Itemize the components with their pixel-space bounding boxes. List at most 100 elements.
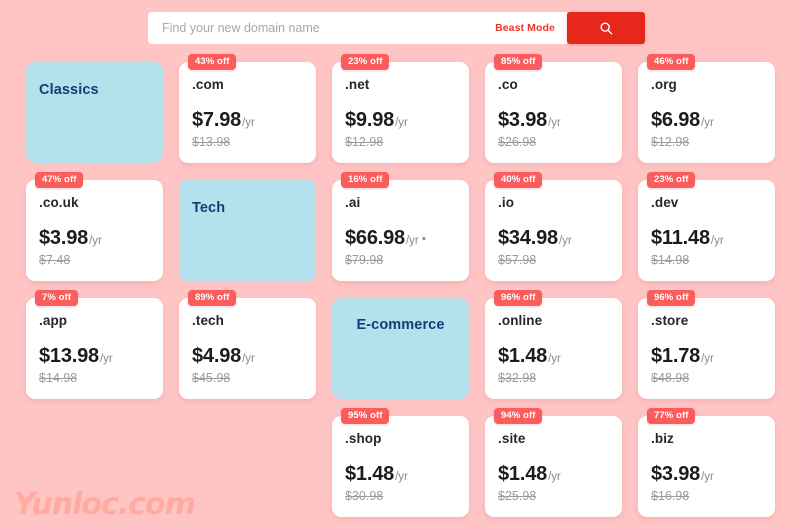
category-label: Classics: [39, 82, 99, 98]
price-row: $3.98/yr: [39, 227, 150, 250]
sale-price: $1.48: [498, 345, 548, 367]
price-row: $4.98/yr: [192, 345, 303, 368]
sale-price: $7.98: [192, 109, 242, 131]
sale-price: $1.48: [345, 463, 395, 485]
domain-card-body[interactable]: .site $1.48/yr $25.98: [485, 416, 622, 517]
domain-card[interactable]: .ai $66.98/yr * $79.98 16% off: [332, 172, 469, 281]
price-row: $6.98/yr: [651, 109, 762, 132]
sale-price: $3.98: [39, 227, 89, 249]
price-period: /yr: [548, 353, 561, 365]
domain-card-body[interactable]: .io $34.98/yr $57.98: [485, 180, 622, 281]
discount-badge: 23% off: [341, 54, 390, 70]
price-row: $1.48/yr: [498, 463, 609, 486]
tld-label: .biz: [651, 431, 674, 446]
price-row: $34.98/yr: [498, 227, 609, 250]
tld-label: .shop: [345, 431, 382, 446]
domain-card[interactable]: .co.uk $3.98/yr $7.48 47% off: [26, 172, 163, 281]
domain-card-body[interactable]: .biz $3.98/yr $16.98: [638, 416, 775, 517]
footnote-asterisk: *: [421, 235, 427, 247]
original-price: $13.98: [192, 135, 231, 149]
original-price: $16.98: [651, 489, 690, 503]
domain-card[interactable]: .app $13.98/yr $14.98 7% off: [26, 290, 163, 399]
search-field-wrapper[interactable]: Beast Mode: [148, 12, 567, 44]
original-price: $12.98: [651, 135, 690, 149]
original-price: $14.98: [39, 371, 78, 385]
discount-badge: 85% off: [494, 54, 543, 70]
price-period: /yr: [548, 117, 561, 129]
domain-card-body[interactable]: .ai $66.98/yr * $79.98: [332, 180, 469, 281]
price-period: /yr: [548, 471, 561, 483]
tld-label: .io: [498, 195, 515, 210]
search-input[interactable]: [162, 18, 488, 38]
price-row: $1.78/yr: [651, 345, 762, 368]
discount-badge: 7% off: [35, 290, 79, 306]
domain-card-body[interactable]: .online $1.48/yr $32.98: [485, 298, 622, 399]
category-card: Classics: [26, 62, 163, 163]
price-period: /yr: [701, 471, 714, 483]
original-price: $32.98: [498, 371, 537, 385]
category-card-body: Classics: [26, 62, 163, 163]
domain-card-body[interactable]: .shop $1.48/yr $30.98: [332, 416, 469, 517]
domain-card[interactable]: .net $9.98/yr $12.98 23% off: [332, 54, 469, 163]
domain-card-body[interactable]: .org $6.98/yr $12.98: [638, 62, 775, 163]
domain-card-body[interactable]: .dev $11.48/yr $14.98: [638, 180, 775, 281]
original-price: $48.98: [651, 371, 690, 385]
domain-card-body[interactable]: .co $3.98/yr $26.98: [485, 62, 622, 163]
sale-price: $3.98: [498, 109, 548, 131]
tld-label: .net: [345, 77, 370, 92]
watermark: Yunloc.com: [14, 487, 196, 522]
original-price: $45.98: [192, 371, 231, 385]
tld-label: .co.uk: [39, 195, 79, 210]
domain-card-body[interactable]: .co.uk $3.98/yr $7.48: [26, 180, 163, 281]
price-row: $9.98/yr: [345, 109, 456, 132]
price-period: /yr: [710, 235, 724, 247]
price-row: $3.98/yr: [651, 463, 762, 486]
domain-card-body[interactable]: .tech $4.98/yr $45.98: [179, 298, 316, 399]
domain-card[interactable]: .tech $4.98/yr $45.98 89% off: [179, 290, 316, 399]
domain-card[interactable]: .store $1.78/yr $48.98 96% off: [638, 290, 775, 399]
category-card-body: E-commerce: [332, 298, 469, 399]
domain-card-body[interactable]: .store $1.78/yr $48.98: [638, 298, 775, 399]
price-row: $66.98/yr *: [345, 227, 456, 250]
tld-label: .app: [39, 313, 68, 328]
original-price: $7.48: [39, 253, 71, 267]
price-period: /yr: [701, 117, 714, 129]
discount-badge: 77% off: [647, 408, 696, 424]
sale-price: $11.48: [651, 227, 710, 249]
tld-label: .dev: [651, 195, 679, 210]
domain-card[interactable]: .co $3.98/yr $26.98 85% off: [485, 54, 622, 163]
price-period: /yr: [242, 353, 255, 365]
tld-label: .online: [498, 313, 543, 328]
sale-price: $4.98: [192, 345, 242, 367]
domain-card[interactable]: .online $1.48/yr $32.98 96% off: [485, 290, 622, 399]
beast-mode-link[interactable]: Beast Mode: [495, 22, 555, 34]
category-card: E-commerce: [332, 298, 469, 399]
price-row: $7.98/yr: [192, 109, 303, 132]
original-price: $57.98: [498, 253, 537, 267]
discount-badge: 46% off: [647, 54, 696, 70]
category-card: Tech: [179, 180, 316, 281]
domain-card-body[interactable]: .net $9.98/yr $12.98: [332, 62, 469, 163]
price-period: /yr: [242, 117, 255, 129]
original-price: $79.98: [345, 253, 384, 267]
domain-card[interactable]: .org $6.98/yr $12.98 46% off: [638, 54, 775, 163]
domain-card[interactable]: .shop $1.48/yr $30.98 95% off: [332, 408, 469, 517]
domain-card-body[interactable]: .com $7.98/yr $13.98: [179, 62, 316, 163]
search-icon: [599, 21, 614, 36]
price-row: $3.98/yr: [498, 109, 609, 132]
domain-card[interactable]: .dev $11.48/yr $14.98 23% off: [638, 172, 775, 281]
domain-card[interactable]: .site $1.48/yr $25.98 94% off: [485, 408, 622, 517]
price-row: $13.98/yr: [39, 345, 150, 368]
domain-card[interactable]: .com $7.98/yr $13.98 43% off: [179, 54, 316, 163]
domain-card[interactable]: .biz $3.98/yr $16.98 77% off: [638, 408, 775, 517]
domain-card-body[interactable]: .app $13.98/yr $14.98: [26, 298, 163, 399]
sale-price: $34.98: [498, 227, 558, 249]
discount-badge: 96% off: [494, 290, 543, 306]
domain-card[interactable]: .io $34.98/yr $57.98 40% off: [485, 172, 622, 281]
tld-label: .tech: [192, 313, 225, 328]
sale-price: $9.98: [345, 109, 395, 131]
category-card-body: Tech: [179, 180, 316, 281]
original-price: $14.98: [651, 253, 690, 267]
discount-badge: 43% off: [188, 54, 237, 70]
search-button[interactable]: [567, 12, 645, 44]
